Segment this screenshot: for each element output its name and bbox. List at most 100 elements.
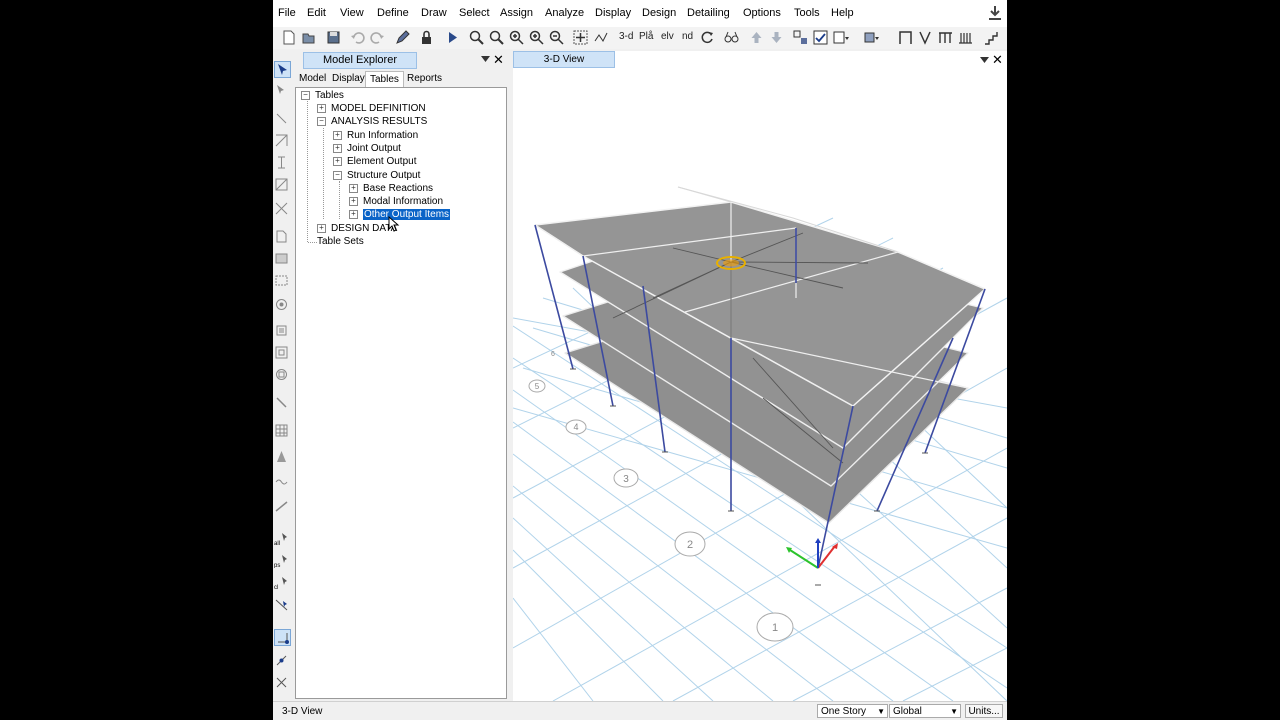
lock-icon[interactable] xyxy=(418,29,435,46)
reshape-icon[interactable] xyxy=(274,83,289,98)
draw-line-icon[interactable] xyxy=(274,111,289,126)
draw-brace-icon[interactable] xyxy=(274,201,289,216)
draw-beam-icon[interactable] xyxy=(274,133,289,148)
menu-file[interactable]: File xyxy=(278,7,296,19)
brace-icon[interactable] xyxy=(917,29,934,46)
draw-floor-icon[interactable] xyxy=(274,229,289,244)
options-dropdown-icon[interactable] xyxy=(832,29,849,46)
select-previous-icon[interactable]: ps xyxy=(274,553,289,568)
tree-node-table-sets[interactable]: Table Sets xyxy=(317,235,364,248)
check-icon[interactable] xyxy=(812,29,829,46)
open-icon[interactable] xyxy=(300,29,317,46)
undo-icon[interactable] xyxy=(349,29,366,46)
joist-icon[interactable] xyxy=(957,29,974,46)
menu-select[interactable]: Select xyxy=(459,7,490,19)
tree-node-design-data[interactable]: + DESIGN DATA xyxy=(317,222,397,235)
draw-grid-icon[interactable] xyxy=(274,423,289,438)
menu-detailing[interactable]: Detailing xyxy=(687,7,730,19)
tree-node-joint-output[interactable]: + Joint Output xyxy=(333,142,401,155)
tab-display[interactable]: Display xyxy=(328,71,369,86)
menu-define[interactable]: Define xyxy=(377,7,409,19)
zoom-in-icon[interactable] xyxy=(508,29,525,46)
dropdown-arrow-icon[interactable] xyxy=(980,56,989,64)
snap-intersection-icon[interactable] xyxy=(274,675,289,690)
pan-icon[interactable] xyxy=(572,29,589,46)
tree-node-element-output[interactable]: + Element Output xyxy=(333,155,416,168)
expand-icon[interactable]: + xyxy=(317,103,326,113)
select-all-icon[interactable]: all xyxy=(274,531,289,546)
menu-draw[interactable]: Draw xyxy=(421,7,447,19)
draw-rectangle-icon[interactable] xyxy=(274,251,289,266)
model-3d-canvas[interactable]: 1 2 3 4 5 6 xyxy=(513,68,1007,701)
expand-icon[interactable]: + xyxy=(317,223,326,233)
zoom-in-step-icon[interactable] xyxy=(528,29,545,46)
pencil-icon[interactable] xyxy=(394,29,411,46)
menu-edit[interactable]: Edit xyxy=(307,7,326,19)
perspective-icon[interactable] xyxy=(723,29,740,46)
tree-node-tables[interactable]: − Tables xyxy=(301,89,344,102)
draw-dimension-icon[interactable] xyxy=(274,499,289,514)
download-icon[interactable] xyxy=(988,5,1002,21)
nd-view-button[interactable]: nd xyxy=(682,31,693,42)
zoom-restore-icon[interactable] xyxy=(488,29,505,46)
collapse-icon[interactable]: − xyxy=(333,170,342,180)
menu-help[interactable]: Help xyxy=(831,7,854,19)
tab-model[interactable]: Model xyxy=(295,71,330,86)
move-up-icon[interactable] xyxy=(748,29,765,46)
close-icon[interactable]: ✕ xyxy=(992,52,1003,68)
expand-icon[interactable]: + xyxy=(333,130,342,140)
tree-node-run-information[interactable]: + Run Information xyxy=(333,129,418,142)
coordinate-system-select[interactable]: Global ▼ xyxy=(889,704,961,718)
menu-assign[interactable]: Assign xyxy=(500,7,533,19)
rotate-3d-icon[interactable] xyxy=(699,29,716,46)
draw-opening-icon[interactable] xyxy=(274,297,289,312)
collapse-icon[interactable]: − xyxy=(301,90,310,100)
clear-selection-icon[interactable]: cl xyxy=(274,575,289,590)
pointer-icon[interactable] xyxy=(274,61,291,78)
intersecting-line-icon[interactable] xyxy=(274,597,289,612)
redo-icon[interactable] xyxy=(369,29,386,46)
menu-options[interactable]: Options xyxy=(743,7,781,19)
draw-curve-icon[interactable] xyxy=(274,473,289,488)
zoom-window-icon[interactable] xyxy=(468,29,485,46)
snap-points-icon[interactable] xyxy=(274,629,291,646)
tab-reports[interactable]: Reports xyxy=(403,71,446,86)
frame-icon[interactable] xyxy=(897,29,914,46)
stair-icon[interactable] xyxy=(983,29,1000,46)
expand-icon[interactable]: + xyxy=(349,183,358,193)
plan-view-button[interactable]: Plå xyxy=(639,31,653,42)
save-icon[interactable] xyxy=(325,29,342,46)
quick-draw-wall-icon[interactable] xyxy=(274,345,289,360)
expand-icon[interactable]: + xyxy=(333,143,342,153)
quick-draw-beam-icon[interactable] xyxy=(274,177,289,192)
menu-view[interactable]: View xyxy=(340,7,364,19)
menu-display[interactable]: Display xyxy=(595,7,631,19)
zoom-out-icon[interactable] xyxy=(548,29,565,46)
view-3d-button[interactable]: 3-d xyxy=(619,31,633,42)
collapse-icon[interactable]: − xyxy=(317,116,326,126)
3d-view-tab[interactable]: 3-D View xyxy=(513,51,615,68)
close-icon[interactable]: ✕ xyxy=(493,52,504,68)
menu-design[interactable]: Design xyxy=(642,7,676,19)
units-button[interactable]: Units... xyxy=(965,704,1003,718)
move-down-icon[interactable] xyxy=(768,29,785,46)
tree-node-model-definition[interactable]: + MODEL DEFINITION xyxy=(317,102,426,115)
new-model-icon[interactable] xyxy=(280,29,297,46)
draw-tendon-icon[interactable] xyxy=(274,449,289,464)
elevation-view-button[interactable]: elv xyxy=(661,31,674,42)
quick-draw-floor-icon[interactable] xyxy=(274,273,289,288)
snap-line-icon[interactable] xyxy=(274,653,289,668)
expand-icon[interactable]: + xyxy=(349,209,358,219)
draw-wall-stack-icon[interactable] xyxy=(274,367,289,382)
draw-link-icon[interactable] xyxy=(274,395,289,410)
draw-wall-icon[interactable] xyxy=(274,323,289,338)
model-explorer-title[interactable]: Model Explorer xyxy=(303,52,417,69)
rotate-view-icon[interactable] xyxy=(592,29,609,46)
expand-icon[interactable]: + xyxy=(349,196,358,206)
tree-node-base-reactions[interactable]: + Base Reactions xyxy=(349,182,433,195)
tree-node-modal-information[interactable]: + Modal Information xyxy=(349,195,443,208)
tree-node-analysis-results[interactable]: − ANALYSIS RESULTS xyxy=(317,115,427,128)
select-tool-icon[interactable] xyxy=(792,29,809,46)
menu-analyze[interactable]: Analyze xyxy=(545,7,584,19)
object-shrink-icon[interactable] xyxy=(862,29,879,46)
